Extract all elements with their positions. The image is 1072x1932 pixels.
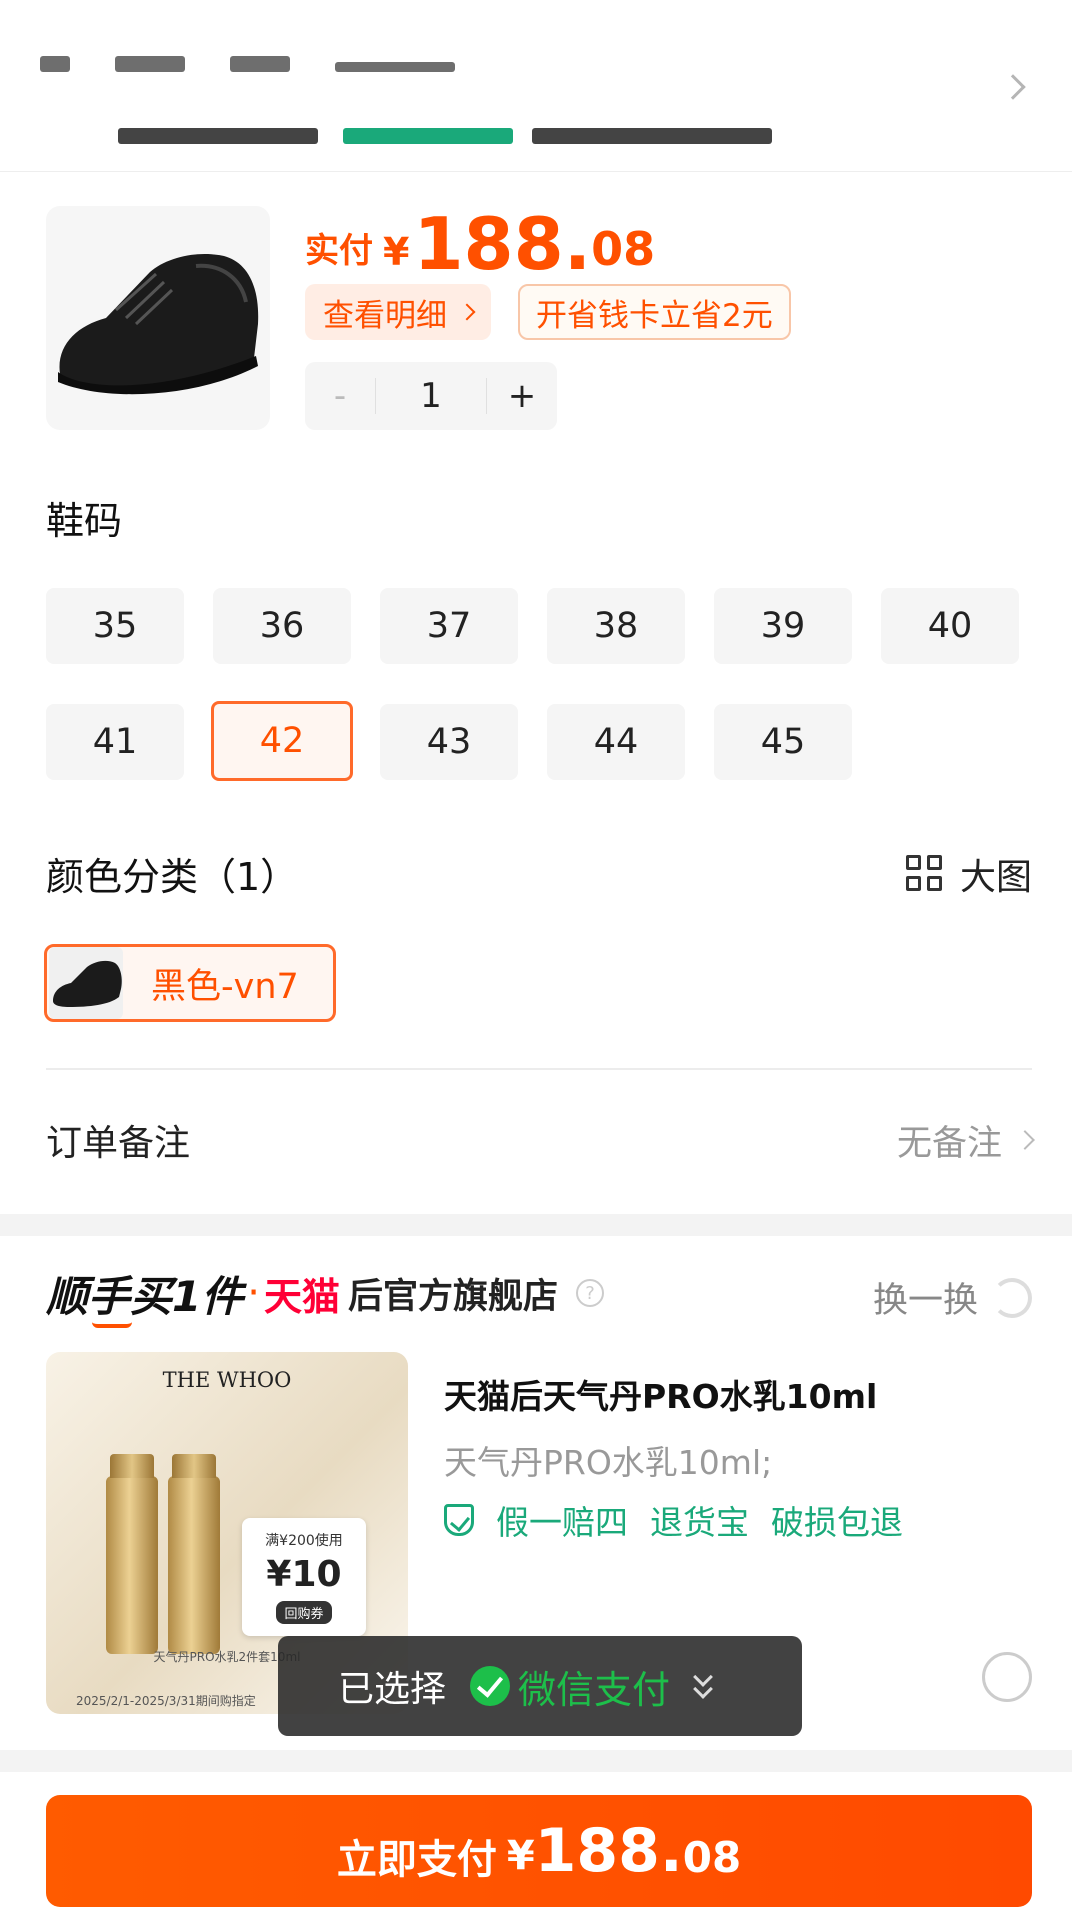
shoe-icon bbox=[58, 253, 259, 395]
chevron-right-icon bbox=[1015, 1130, 1035, 1150]
view-detail-button[interactable]: 查看明细 bbox=[305, 284, 491, 340]
recommend-title: 顺手买1件 bbox=[46, 1263, 244, 1328]
service-tag: 假一赔四 bbox=[496, 1503, 628, 1542]
price-currency: ¥ bbox=[383, 230, 410, 274]
big-image-toggle[interactable]: 大图 bbox=[905, 848, 1032, 900]
order-note-label: 订单备注 bbox=[46, 1123, 191, 1164]
pay-amount-decimal: 08 bbox=[682, 1832, 742, 1882]
coupon-value: ¥10 bbox=[266, 1554, 342, 1595]
pay-amount-integer: 188. bbox=[534, 1816, 683, 1886]
chevron-right-icon bbox=[458, 303, 476, 321]
price-label: 实付 bbox=[305, 231, 373, 271]
faint-mark bbox=[115, 56, 186, 72]
increase-button[interactable]: + bbox=[487, 376, 557, 416]
recommend-product-name[interactable]: 天猫后天气丹PRO水乳10ml bbox=[444, 1370, 877, 1418]
shoe-icon bbox=[53, 960, 122, 1007]
size-option[interactable]: 45 bbox=[714, 704, 852, 780]
payment-method-name: 微信支付 bbox=[518, 1667, 671, 1712]
bottle-image bbox=[168, 1454, 220, 1654]
swap-label: 换一换 bbox=[872, 1281, 978, 1321]
color-option-selected[interactable]: 黑色-vn7 bbox=[44, 944, 336, 1022]
coupon-tag: 回购券 bbox=[276, 1601, 332, 1624]
color-option-label: 黑色-vn7 bbox=[151, 966, 299, 1007]
brand-text: THE WHOO bbox=[162, 1368, 292, 1392]
coupon-condition: 满¥200使用 bbox=[265, 1533, 343, 1549]
faint-mark bbox=[532, 128, 773, 144]
size-option[interactable]: 38 bbox=[547, 588, 685, 664]
section-gap bbox=[0, 1750, 1072, 1772]
pay-currency: ¥ bbox=[506, 1833, 535, 1879]
size-option[interactable]: 39 bbox=[714, 588, 852, 664]
top-partial-section bbox=[0, 0, 1072, 172]
save-card-button[interactable]: 开省钱卡立省2元 bbox=[518, 284, 791, 340]
recommend-title-text: 顺手买1件 bbox=[46, 1271, 244, 1321]
size-option[interactable]: 37 bbox=[380, 588, 518, 664]
faint-mark bbox=[118, 128, 318, 144]
double-chevron-down-icon bbox=[692, 1667, 716, 1702]
size-option[interactable]: 43 bbox=[380, 704, 518, 780]
price-integer: 188. bbox=[413, 202, 592, 286]
order-note-text: 无备注 bbox=[896, 1123, 1002, 1164]
size-option-selected[interactable]: 42 bbox=[211, 701, 353, 781]
swap-button[interactable]: 换一换 bbox=[873, 1272, 1032, 1323]
view-detail-label: 查看明细 bbox=[323, 297, 447, 334]
grid-icon bbox=[905, 855, 944, 893]
payment-method-selector[interactable]: 已选择 微信支付 bbox=[278, 1636, 802, 1736]
size-option[interactable]: 36 bbox=[213, 588, 351, 664]
top-faint-line bbox=[118, 118, 818, 144]
order-note-row[interactable]: 订单备注 无备注 bbox=[46, 1100, 1035, 1180]
color-label: 颜色分类（1） bbox=[46, 855, 299, 899]
coupon-badge: 满¥200使用 ¥10 回购券 bbox=[242, 1518, 366, 1636]
faint-mark bbox=[343, 128, 514, 144]
quantity-value[interactable]: 1 bbox=[375, 378, 487, 414]
service-tags: 假一赔四 退货宝 破损包退 bbox=[444, 1496, 925, 1544]
chevron-right-icon[interactable] bbox=[1000, 74, 1026, 100]
size-option[interactable]: 41 bbox=[46, 704, 184, 780]
pay-now-button[interactable]: 立即支付 ¥ 188. 08 bbox=[46, 1795, 1032, 1907]
shop-name: 后官方旗舰店 bbox=[347, 1276, 558, 1317]
smile-underline bbox=[92, 1322, 132, 1328]
top-faint-text bbox=[40, 30, 600, 90]
image-date: 2025/2/1-2025/3/31期间购指定 bbox=[76, 1694, 256, 1708]
help-icon[interactable]: ? bbox=[575, 1279, 604, 1307]
faint-mark bbox=[40, 56, 70, 72]
size-option[interactable]: 40 bbox=[881, 588, 1019, 664]
recommend-select-radio[interactable] bbox=[982, 1652, 1032, 1702]
price-row: 实付 ¥ 188. 08 bbox=[305, 200, 655, 280]
service-tag: 退货宝 bbox=[650, 1503, 749, 1542]
service-tag: 破损包退 bbox=[771, 1503, 903, 1542]
recommend-product-spec: 天气丹PRO水乳10ml; bbox=[444, 1443, 773, 1482]
pay-now-label: 立即支付 bbox=[336, 1837, 497, 1883]
section-gap bbox=[0, 1214, 1072, 1236]
payment-selected-label: 已选择 bbox=[338, 1669, 447, 1710]
size-label: 鞋码 bbox=[46, 499, 123, 543]
faint-mark bbox=[230, 56, 291, 72]
size-option[interactable]: 44 bbox=[547, 704, 685, 780]
size-option[interactable]: 35 bbox=[46, 588, 184, 664]
bottle-image bbox=[106, 1454, 158, 1654]
divider bbox=[46, 1068, 1032, 1070]
save-card-label: 开省钱卡立省2元 bbox=[536, 297, 773, 334]
tmall-label: 天猫 bbox=[263, 1274, 340, 1319]
recommend-dot: · bbox=[247, 1270, 260, 1316]
price-decimal: 08 bbox=[591, 222, 656, 276]
color-thumbnail bbox=[49, 947, 123, 1019]
decrease-button[interactable]: - bbox=[305, 376, 375, 416]
faint-mark bbox=[335, 62, 456, 72]
wechat-pay-icon bbox=[470, 1666, 511, 1706]
big-image-label: 大图 bbox=[959, 857, 1032, 898]
refresh-icon bbox=[992, 1277, 1032, 1318]
quantity-stepper: - 1 + bbox=[305, 362, 557, 430]
shield-check-icon bbox=[444, 1504, 474, 1536]
product-image[interactable] bbox=[46, 206, 270, 430]
order-note-value: 无备注 bbox=[896, 1115, 1035, 1166]
